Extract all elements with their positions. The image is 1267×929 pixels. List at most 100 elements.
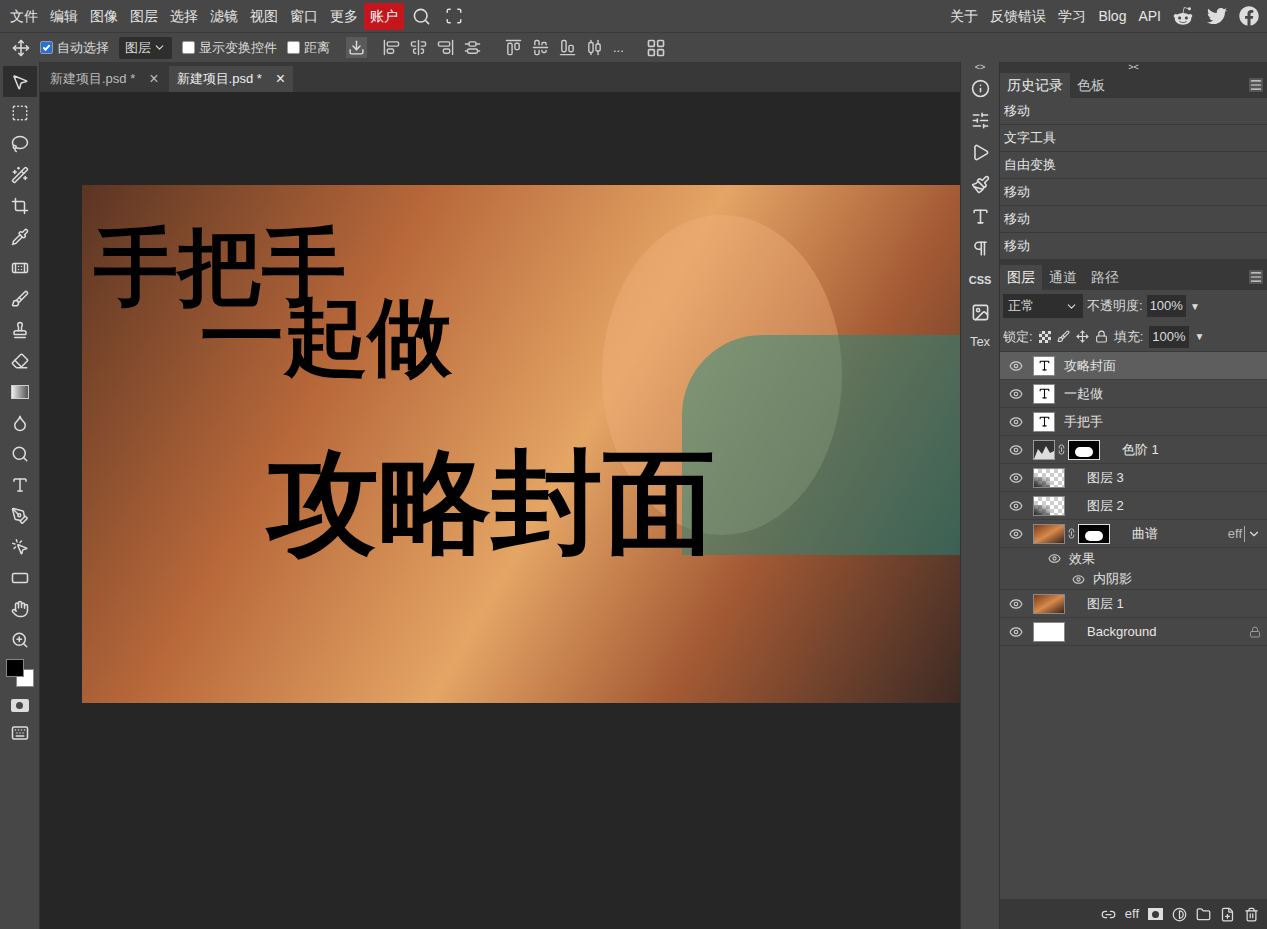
visibility-toggle[interactable] (1008, 443, 1024, 457)
layer-row[interactable]: 攻略封面 (1000, 352, 1267, 380)
visibility-toggle[interactable] (1008, 527, 1024, 541)
history-entry[interactable]: 移动 (1000, 206, 1267, 233)
panel-menu-icon[interactable] (1249, 270, 1263, 284)
align-icon[interactable] (464, 39, 481, 56)
document-tab[interactable]: 新建项目.psd *× (169, 66, 294, 92)
align-icon[interactable] (383, 39, 400, 56)
tool-button[interactable] (3, 128, 37, 159)
lock-all-icon[interactable] (1095, 330, 1108, 343)
panel-button[interactable] (971, 104, 990, 136)
layer-row[interactable]: 一起做 (1000, 380, 1267, 408)
checkbox-box[interactable] (287, 41, 300, 54)
tool-button[interactable] (3, 283, 37, 314)
new-group-icon[interactable] (1196, 907, 1211, 922)
tool-button[interactable] (3, 469, 37, 500)
align-icon[interactable] (586, 39, 603, 56)
history-entry[interactable]: 自由变换 (1000, 152, 1267, 179)
layer-row[interactable]: 图层 1 (1000, 590, 1267, 618)
panel-button[interactable] (971, 296, 990, 328)
checkbox-box[interactable] (182, 41, 195, 54)
header-link[interactable]: 关于 (944, 6, 984, 27)
tool-button[interactable] (3, 314, 37, 345)
distance-checkbox[interactable]: 距离 (287, 38, 330, 58)
opacity-field[interactable]: 100% (1147, 295, 1186, 317)
show-transform-checkbox[interactable]: 显示变换控件 (182, 38, 277, 58)
history-entry[interactable]: 移动 (1000, 98, 1267, 125)
delete-layer-icon[interactable] (1244, 907, 1259, 922)
tool-button[interactable] (3, 500, 37, 531)
visibility-toggle[interactable] (1008, 387, 1024, 401)
collapse-mark[interactable]: <> (975, 62, 986, 72)
auto-select-checkbox[interactable]: 自动选择 (40, 38, 109, 58)
twitter-icon[interactable] (1207, 6, 1227, 26)
lock-pixels-icon[interactable] (1057, 330, 1070, 343)
header-link[interactable]: API (1132, 6, 1167, 27)
css-button[interactable]: CSS (969, 264, 992, 296)
download-button[interactable] (346, 37, 367, 58)
align-icon[interactable] (437, 39, 454, 56)
panel-button[interactable] (971, 232, 990, 264)
checkbox-box[interactable] (40, 41, 53, 54)
lock-transparency-icon[interactable] (1039, 331, 1051, 343)
canvas-text-layer[interactable]: 攻略封面 (267, 447, 715, 559)
keyboard-icon[interactable] (11, 724, 29, 742)
expand-icon[interactable] (1247, 527, 1261, 541)
layer-row[interactable]: 色阶 1 (1000, 436, 1267, 464)
blend-mode-dropdown[interactable]: 正常 (1003, 294, 1083, 318)
menu-item[interactable]: 更多 (324, 3, 364, 30)
menu-item[interactable]: 文件 (4, 3, 44, 30)
menu-item[interactable]: 图层 (124, 3, 164, 30)
collapse-mark[interactable]: >< (1000, 62, 1267, 72)
menu-item[interactable]: 编辑 (44, 3, 84, 30)
align-icon[interactable] (559, 39, 576, 56)
align-icon[interactable] (505, 39, 522, 56)
quick-mask-icon[interactable] (11, 699, 29, 712)
add-mask-icon[interactable] (1148, 908, 1163, 920)
tool-button[interactable] (3, 190, 37, 221)
reddit-icon[interactable] (1173, 6, 1193, 26)
tool-button[interactable] (3, 345, 37, 376)
document-tab[interactable]: 新建项目.psd *× (42, 66, 167, 92)
tex-button[interactable]: Tex (970, 328, 990, 356)
panel-tab[interactable]: 图层 (1000, 265, 1042, 290)
panel-tab[interactable]: 路径 (1084, 265, 1126, 290)
menu-item[interactable]: 窗口 (284, 3, 324, 30)
canvas-text-layer[interactable]: 一起做 (200, 295, 452, 379)
tool-button[interactable] (3, 562, 37, 593)
fullscreen-icon[interactable] (445, 7, 463, 25)
history-entry[interactable]: 移动 (1000, 233, 1267, 260)
target-dropdown[interactable]: 图层 (119, 37, 172, 59)
panel-tab[interactable]: 通道 (1042, 265, 1084, 290)
menu-item[interactable]: 视图 (244, 3, 284, 30)
more-button[interactable]: ... (613, 38, 624, 58)
menu-item[interactable]: 账户 (364, 3, 404, 30)
align-icon[interactable] (410, 39, 427, 56)
layer-row[interactable]: 图层 3 (1000, 464, 1267, 492)
visibility-toggle[interactable] (1008, 359, 1024, 373)
layer-row[interactable]: 曲谱eff (1000, 520, 1267, 548)
panel-button[interactable] (971, 200, 990, 232)
layer-row[interactable]: 手把手 (1000, 408, 1267, 436)
panel-button[interactable] (971, 72, 990, 104)
tool-button[interactable] (3, 97, 37, 128)
layer-row[interactable]: Background (1000, 618, 1267, 646)
tab-close-button[interactable]: × (276, 71, 285, 87)
tool-button[interactable] (3, 624, 37, 655)
tool-button[interactable] (3, 66, 37, 97)
menu-item[interactable]: 滤镜 (204, 3, 244, 30)
facebook-icon[interactable] (1239, 6, 1259, 26)
tab-close-button[interactable]: × (149, 71, 158, 87)
new-layer-icon[interactable] (1220, 907, 1235, 922)
color-swatches[interactable] (4, 657, 36, 689)
link-layers-icon[interactable] (1101, 907, 1116, 922)
visibility-toggle[interactable] (1008, 625, 1024, 639)
tool-button[interactable] (3, 438, 37, 469)
lock-position-icon[interactable] (1076, 330, 1089, 343)
tool-button[interactable] (3, 593, 37, 624)
menu-item[interactable]: 选择 (164, 3, 204, 30)
panel-button[interactable] (971, 136, 990, 168)
visibility-toggle[interactable] (1008, 415, 1024, 429)
align-icon[interactable] (532, 39, 549, 56)
menu-item[interactable]: 图像 (84, 3, 124, 30)
panel-tab[interactable]: 色板 (1070, 73, 1112, 98)
